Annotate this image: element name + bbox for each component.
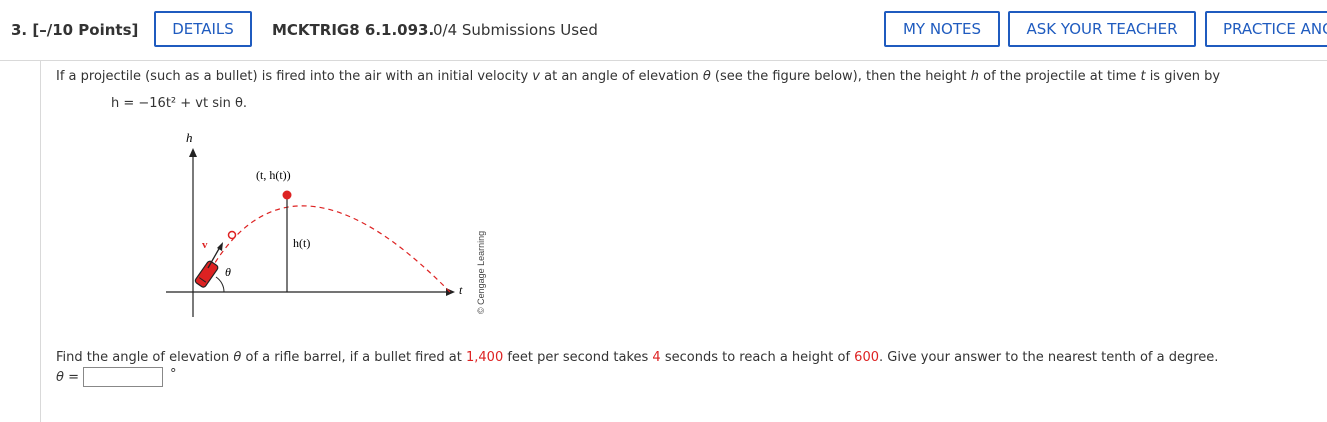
question-text: Find the angle of elevation θ of a rifle… <box>56 350 1218 365</box>
intro-text-3: (see the figure below), then the height <box>710 69 971 84</box>
question-text-2: of a rifle barrel, if a bullet fired at <box>241 350 466 365</box>
practice-another-button[interactable]: PRACTICE ANO <box>1205 11 1327 47</box>
point-marker <box>282 190 292 200</box>
h-axis-arrow <box>189 148 197 157</box>
theta-label: θ <box>225 265 231 279</box>
copyright-text: © Cengage Learning <box>476 231 486 314</box>
v-label: v <box>202 239 208 251</box>
my-notes-button[interactable]: MY NOTES <box>884 11 1000 47</box>
ask-teacher-button[interactable]: ASK YOUR TEACHER <box>1008 11 1196 47</box>
trajectory-path <box>205 205 451 293</box>
intro-text-2: at an angle of elevation <box>539 69 703 84</box>
question-text-1: Find the angle of elevation <box>56 350 234 365</box>
answer-input[interactable] <box>83 367 163 387</box>
angle-arc <box>215 276 225 293</box>
submissions-used: 0/4 Submissions Used <box>433 21 598 39</box>
content-left-border <box>40 60 41 422</box>
velocity-value: 1,400 <box>466 350 504 365</box>
question-number: 3. [–/10 Points] <box>11 21 139 39</box>
height-label: h(t) <box>293 236 310 250</box>
answer-label: θ = <box>56 370 79 385</box>
h-axis-label: h <box>186 130 193 145</box>
question-text-4: seconds to reach a height of <box>660 350 855 365</box>
question-header: 3. [–/10 Points] DETAILS MCKTRIG8 6.1.09… <box>0 0 1327 61</box>
rifle-barrel <box>194 260 219 288</box>
degree-symbol: ° <box>170 367 177 382</box>
intro-theta: θ <box>702 69 711 84</box>
question-text-3: feet per second takes <box>503 350 653 365</box>
height-value: 600 <box>854 350 879 365</box>
t-axis-label: t <box>459 283 463 297</box>
formula: h = −16t² + vt sin θ. <box>111 96 248 111</box>
intro-text-1: If a projectile (such as a bullet) is fi… <box>56 69 533 84</box>
problem-intro: If a projectile (such as a bullet) is fi… <box>56 69 1220 84</box>
problem-code: MCKTRIG8 6.1.093. <box>272 21 435 39</box>
time-value: 4 <box>652 350 661 365</box>
intro-v: v <box>532 69 540 84</box>
question-text-5: . Give your answer to the nearest tenth … <box>879 350 1219 365</box>
intro-text-5: is given by <box>1145 69 1221 84</box>
intro-text-4: of the projectile at time <box>979 69 1141 84</box>
projectile-figure: h t v θ (t, h(t)) h(t) © Cengage Learnin… <box>166 130 486 317</box>
details-button[interactable]: DETAILS <box>154 11 252 47</box>
point-label: (t, h(t)) <box>256 168 291 182</box>
bullet-marker <box>227 230 237 240</box>
intro-h: h <box>970 69 980 84</box>
